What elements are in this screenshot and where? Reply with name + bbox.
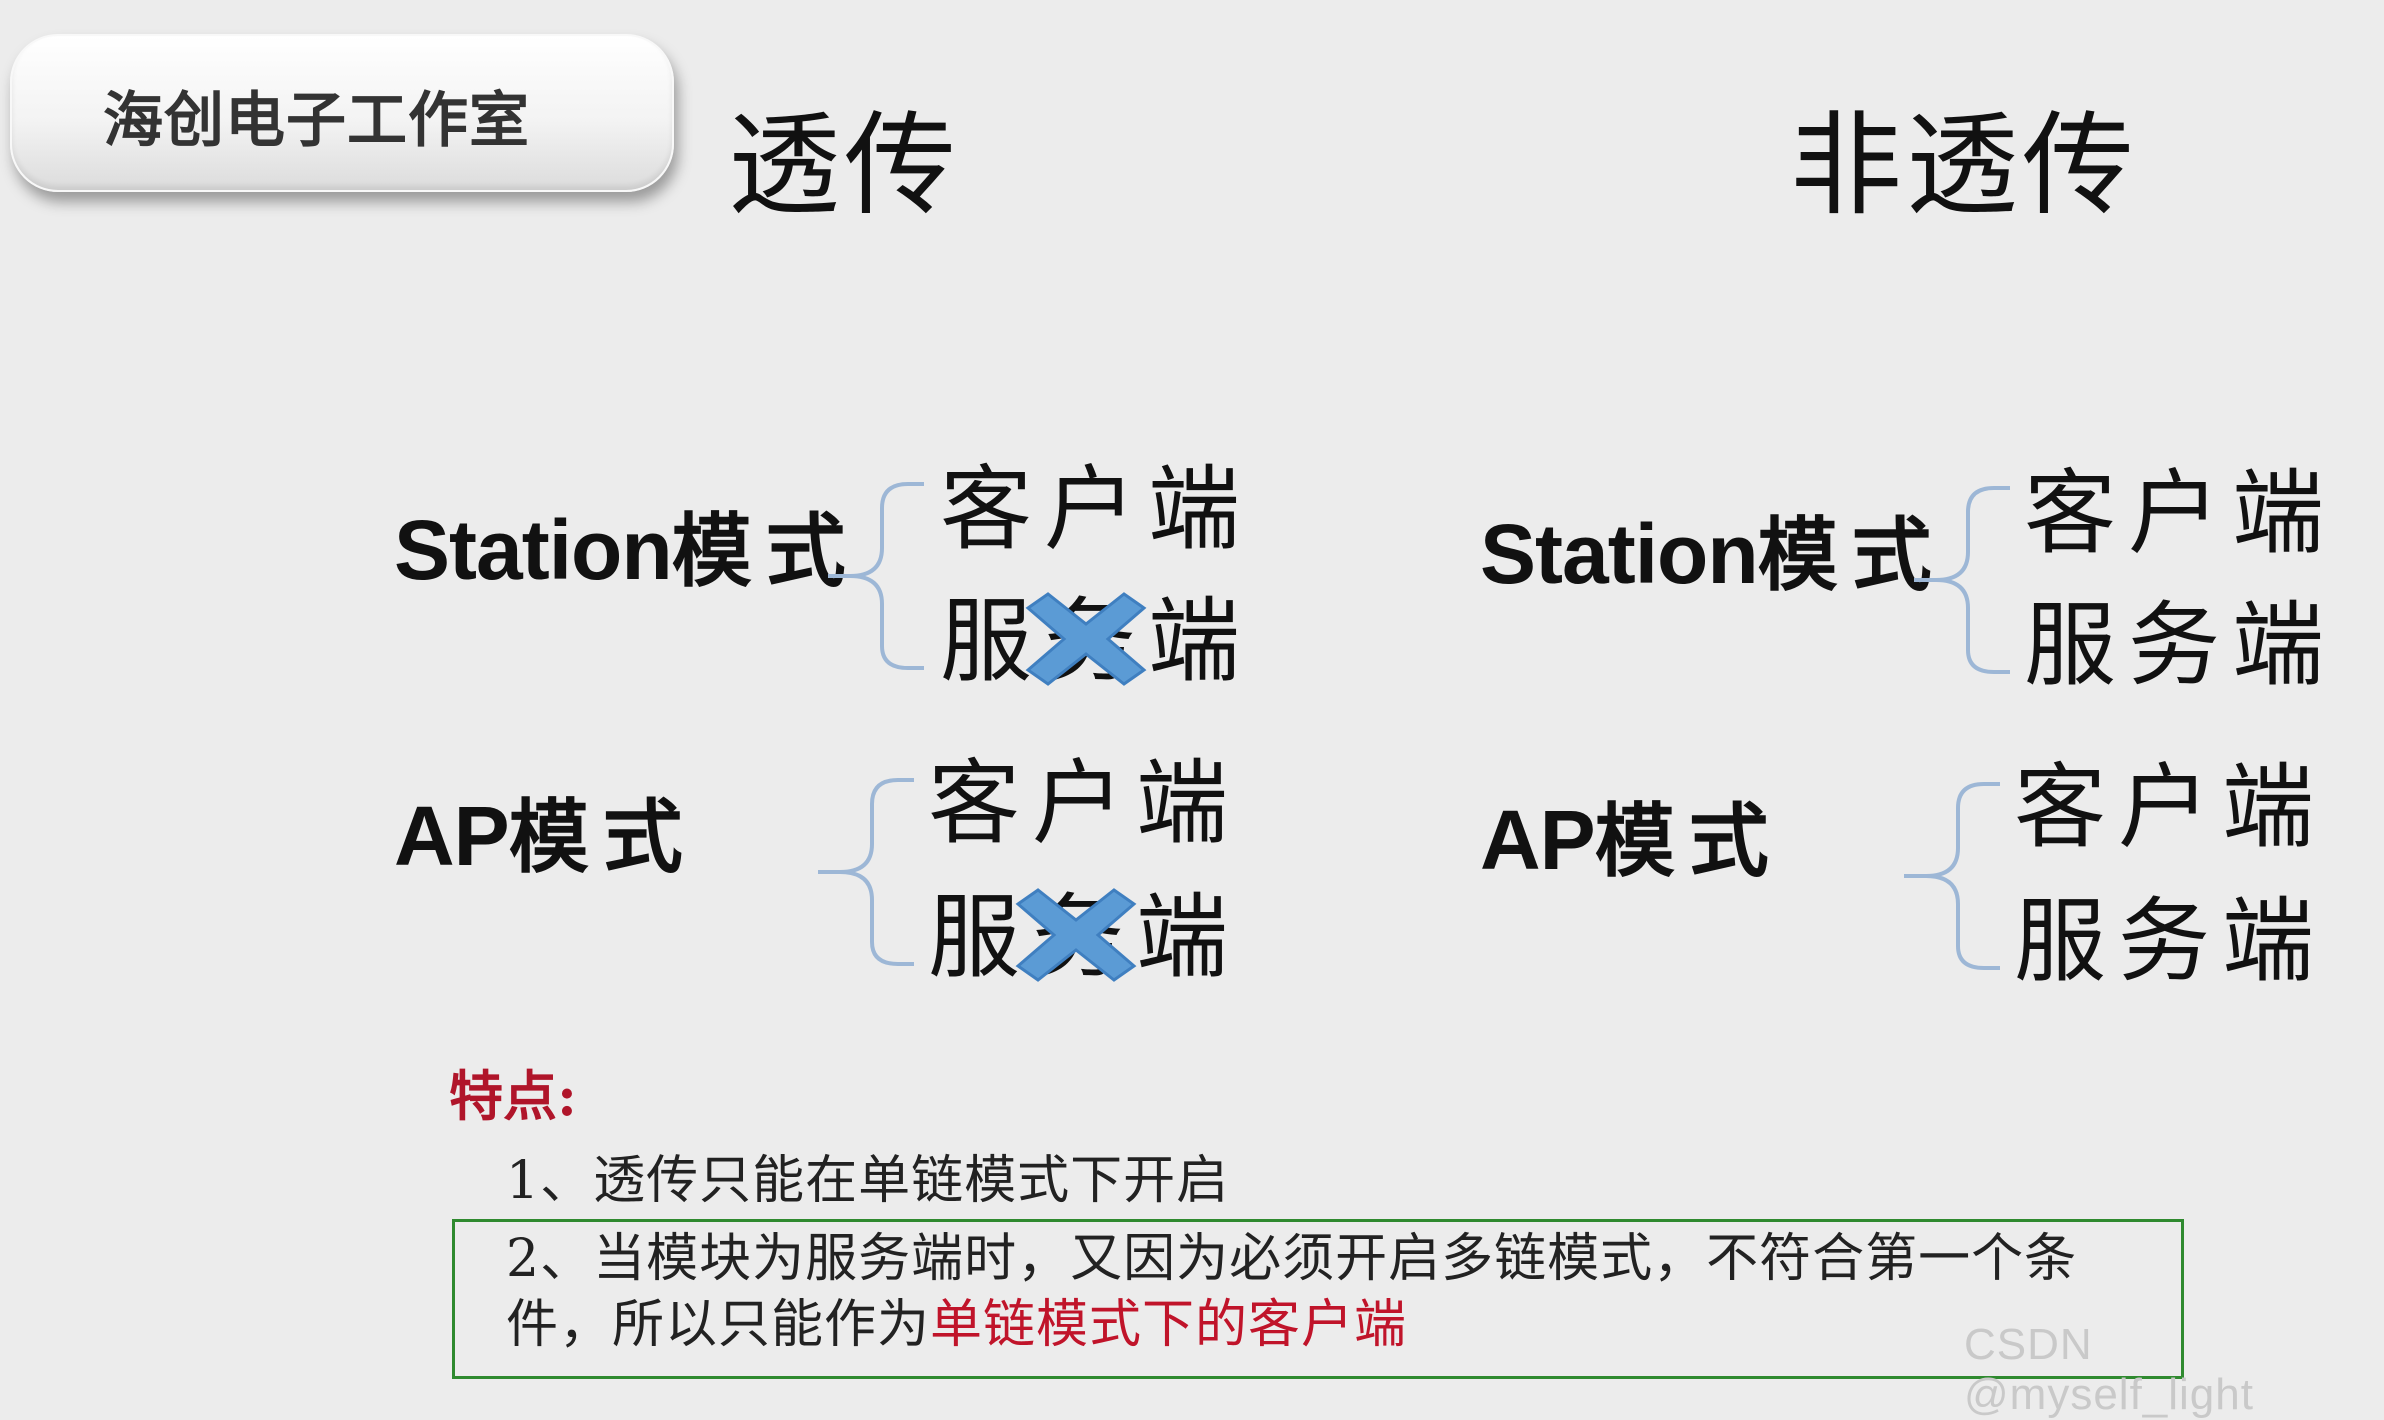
title-non-transparent: 非透传 <box>1790 101 2138 231</box>
feature-point-2-line1: 2、当模块为服务端时，又因为必须开启多链模式，不符合第一个条 <box>506 1229 2078 1289</box>
mode-en: AP <box>394 789 510 883</box>
mode-en: AP <box>1480 793 1596 887</box>
title-transparent: 透传 <box>728 101 960 231</box>
right-station-client: 客户端 <box>2024 460 2337 567</box>
right-station-server: 服务端 <box>2024 592 2337 699</box>
right-ap-brace <box>1904 782 2000 970</box>
x-mark-icon <box>1015 888 1137 982</box>
left-station-brace <box>828 482 924 670</box>
x-mark-icon <box>1025 592 1147 686</box>
left-ap-mode: AP模式 <box>394 794 697 878</box>
mode-cn: 模式 <box>508 791 697 884</box>
feature-point-1: 1、透传只能在单链模式下开启 <box>506 1151 1230 1211</box>
right-ap-server: 服务端 <box>2014 888 2327 995</box>
right-station-brace <box>1914 486 2010 674</box>
feature-point-2: 2、当模块为服务端时，又因为必须开启多链模式，不符合第一个条 件，所以只能作为单… <box>506 1226 2077 1358</box>
features-label: 特点: <box>449 1064 577 1128</box>
left-station-mode: Station模式 <box>394 508 860 592</box>
mode-cn: 模式 <box>1594 795 1783 888</box>
mode-en: Station <box>394 503 673 597</box>
left-ap-brace <box>818 778 914 966</box>
right-ap-client: 客户端 <box>2014 754 2327 861</box>
feature-point-2-prefix: 件，所以只能作为 <box>506 1295 931 1355</box>
feature-point-2-highlight: 单链模式下的客户端 <box>930 1295 1408 1355</box>
left-station-client: 客户端 <box>940 456 1253 563</box>
mode-en: Station <box>1480 507 1759 601</box>
right-ap-mode: AP模式 <box>1480 798 1783 882</box>
watermark: CSDN @myself_light <box>1964 1320 2254 1419</box>
left-ap-client: 客户端 <box>928 750 1241 857</box>
studio-name: 海创电子工作室 <box>103 86 530 156</box>
feature-point-2-line2: 件，所以只能作为单链模式下的客户端 <box>506 1292 2077 1358</box>
right-station-mode: Station模式 <box>1480 512 1946 596</box>
